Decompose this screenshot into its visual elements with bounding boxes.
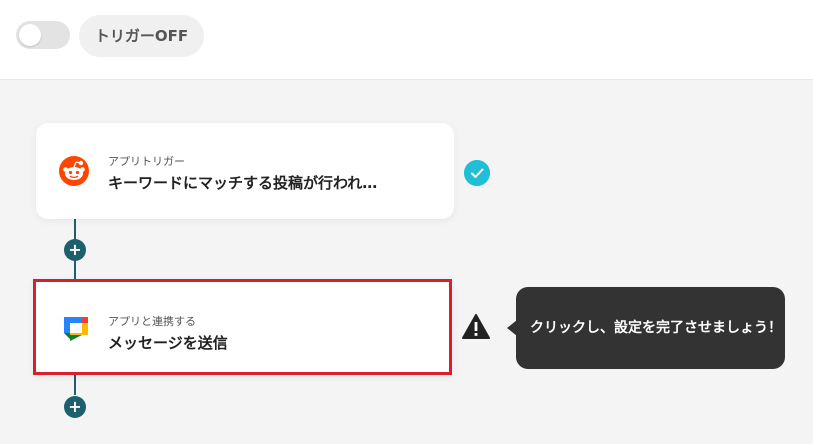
check-icon <box>464 160 490 186</box>
add-step-button[interactable]: + <box>64 239 86 261</box>
flow-step-card-trigger[interactable]: アプリトリガー キーワードにマッチする投稿が行われ… <box>36 123 454 219</box>
add-step-button[interactable]: + <box>64 396 86 418</box>
reddit-icon <box>59 156 89 186</box>
step-title: メッセージを送信 <box>108 334 228 352</box>
trigger-toggle[interactable] <box>16 21 70 49</box>
step-type-label: アプリと連携する <box>108 315 196 328</box>
flow-canvas: + + アプリトリガー キーワードにマッチする投稿が行われ… アプリと連携する … <box>0 80 813 444</box>
step-title: キーワードにマッチする投稿が行われ… <box>108 174 378 192</box>
tooltip-text: クリックし、設定を完了させましょう！ <box>530 320 782 336</box>
top-bar: トリガーOFF <box>0 0 813 80</box>
step-type-label: アプリトリガー <box>108 155 185 168</box>
flow-step-card-action[interactable]: アプリと連携する メッセージを送信 <box>33 279 452 375</box>
warning-icon <box>462 314 490 339</box>
tooltip: クリックし、設定を完了させましょう！ <box>516 287 785 369</box>
google-chat-icon <box>64 317 88 341</box>
trigger-status-label: トリガーOFF <box>79 15 204 57</box>
connector-line <box>74 375 76 395</box>
toggle-knob <box>19 24 41 46</box>
